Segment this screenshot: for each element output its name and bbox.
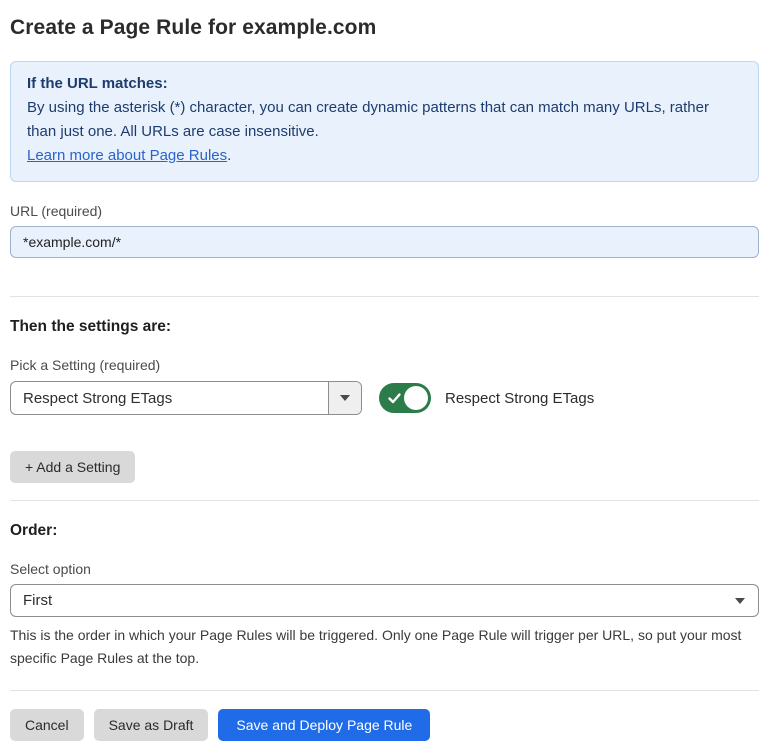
add-setting-button[interactable]: + Add a Setting: [10, 451, 135, 483]
order-help-text: This is the order in which your Page Rul…: [10, 624, 759, 670]
url-field-label: URL (required): [10, 203, 759, 219]
link-suffix: .: [227, 147, 231, 164]
order-select-label: Select option: [10, 561, 759, 577]
url-match-info-box: If the URL matches: By using the asteris…: [10, 61, 759, 182]
divider: [10, 296, 759, 297]
respect-strong-etags-toggle[interactable]: [379, 383, 431, 413]
pick-setting-label: Pick a Setting (required): [10, 357, 759, 373]
info-box-heading: If the URL matches:: [27, 72, 742, 96]
chevron-down-icon: [735, 598, 745, 604]
toggle-label: Respect Strong ETags: [445, 390, 594, 407]
save-draft-button[interactable]: Save as Draft: [94, 709, 209, 741]
url-input[interactable]: [10, 226, 759, 258]
cancel-button[interactable]: Cancel: [10, 709, 84, 741]
order-section-heading: Order:: [10, 522, 759, 540]
settings-section-heading: Then the settings are:: [10, 318, 759, 336]
form-actions: Cancel Save as Draft Save and Deploy Pag…: [10, 709, 759, 741]
check-icon: [387, 391, 402, 406]
page-title: Create a Page Rule for example.com: [10, 16, 759, 40]
setting-select-value: Respect Strong ETags: [11, 390, 328, 407]
create-page-rule-form: Create a Page Rule for example.com If th…: [0, 0, 769, 741]
setting-select[interactable]: Respect Strong ETags: [10, 381, 362, 415]
order-select-value: First: [11, 592, 52, 609]
divider: [10, 690, 759, 691]
save-deploy-button[interactable]: Save and Deploy Page Rule: [218, 709, 430, 741]
order-select[interactable]: First: [10, 584, 759, 617]
info-box-link-line: Learn more about Page Rules.: [27, 144, 742, 168]
info-box-body: By using the asterisk (*) character, you…: [27, 96, 742, 144]
learn-more-link[interactable]: Learn more about Page Rules: [27, 147, 227, 164]
toggle-knob: [404, 386, 428, 410]
divider: [10, 500, 759, 501]
setting-select-arrow-button[interactable]: [328, 382, 361, 414]
setting-row: Respect Strong ETags Respect Strong ETag…: [10, 381, 759, 415]
chevron-down-icon: [340, 395, 350, 401]
toggle-group: Respect Strong ETags: [379, 383, 594, 413]
